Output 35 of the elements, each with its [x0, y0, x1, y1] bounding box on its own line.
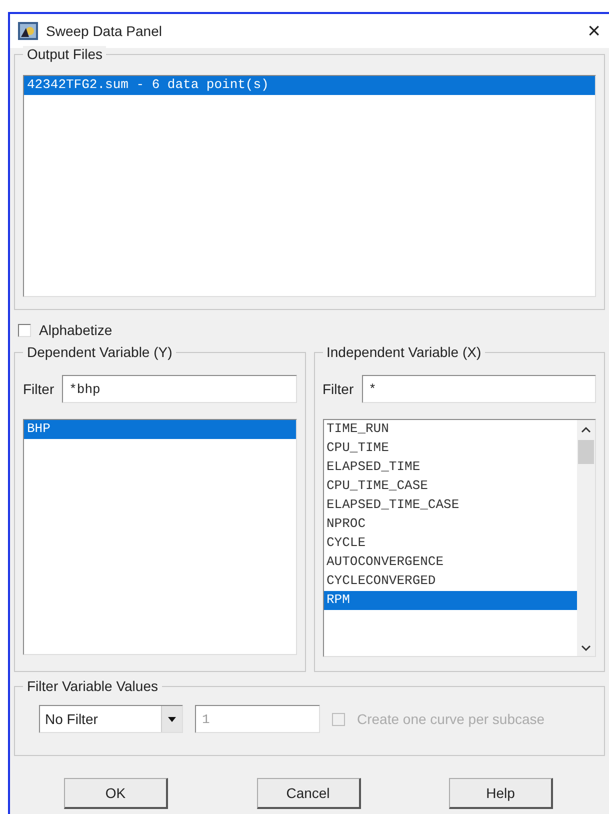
group-title: Output Files	[23, 46, 106, 62]
filter-dropdown[interactable]: No Filter	[39, 705, 183, 733]
list-item[interactable]: ELAPSED_TIME_CASE	[324, 496, 577, 515]
list-item[interactable]: ELAPSED_TIME	[324, 458, 577, 477]
group-title: Dependent Variable (Y)	[23, 344, 176, 360]
list-item[interactable]: TIME_RUN	[324, 420, 577, 439]
list-item[interactable]: 42342TFG2.sum - 6 data point(s)	[24, 76, 595, 95]
dialog-button[interactable]: Help	[449, 778, 553, 809]
list-item[interactable]: CYCLE	[324, 534, 577, 553]
scroll-down-icon[interactable]	[581, 644, 591, 652]
scrollbar[interactable]	[577, 420, 595, 656]
list-item[interactable]: BHP	[24, 420, 296, 439]
checkbox-label: Create one curve per subcase	[357, 711, 545, 727]
filter-field[interactable]: *	[362, 375, 596, 403]
scroll-up-icon[interactable]	[581, 426, 591, 434]
app-icon	[18, 22, 38, 40]
list-item[interactable]: CPU_TIME_CASE	[324, 477, 577, 496]
filter-field[interactable]: *bhp	[62, 375, 296, 403]
close-button[interactable]: ×	[579, 20, 609, 42]
group-title: Independent Variable (X)	[322, 344, 486, 360]
group-title: Filter Variable Values	[23, 678, 162, 694]
list-item[interactable]: AUTOCONVERGENCE	[324, 553, 577, 572]
filter-label: Filter	[23, 381, 54, 397]
list-item[interactable]: RPM	[324, 591, 577, 610]
checkbox-label: Alphabetize	[39, 322, 112, 338]
dialog-button[interactable]: OK	[64, 778, 168, 809]
window-title: Sweep Data Panel	[46, 23, 163, 39]
scroll-thumb[interactable]	[578, 440, 594, 464]
filter-label: Filter	[322, 381, 354, 397]
list-item[interactable]: CYCLECONVERGED	[324, 572, 577, 591]
dropdown-arrow-icon	[168, 716, 176, 722]
list-item[interactable]: CPU_TIME	[324, 439, 577, 458]
dialog-button[interactable]: Cancel	[256, 778, 360, 809]
list-item[interactable]: NPROC	[324, 515, 577, 534]
alphabetize-checkbox[interactable]	[18, 324, 31, 336]
